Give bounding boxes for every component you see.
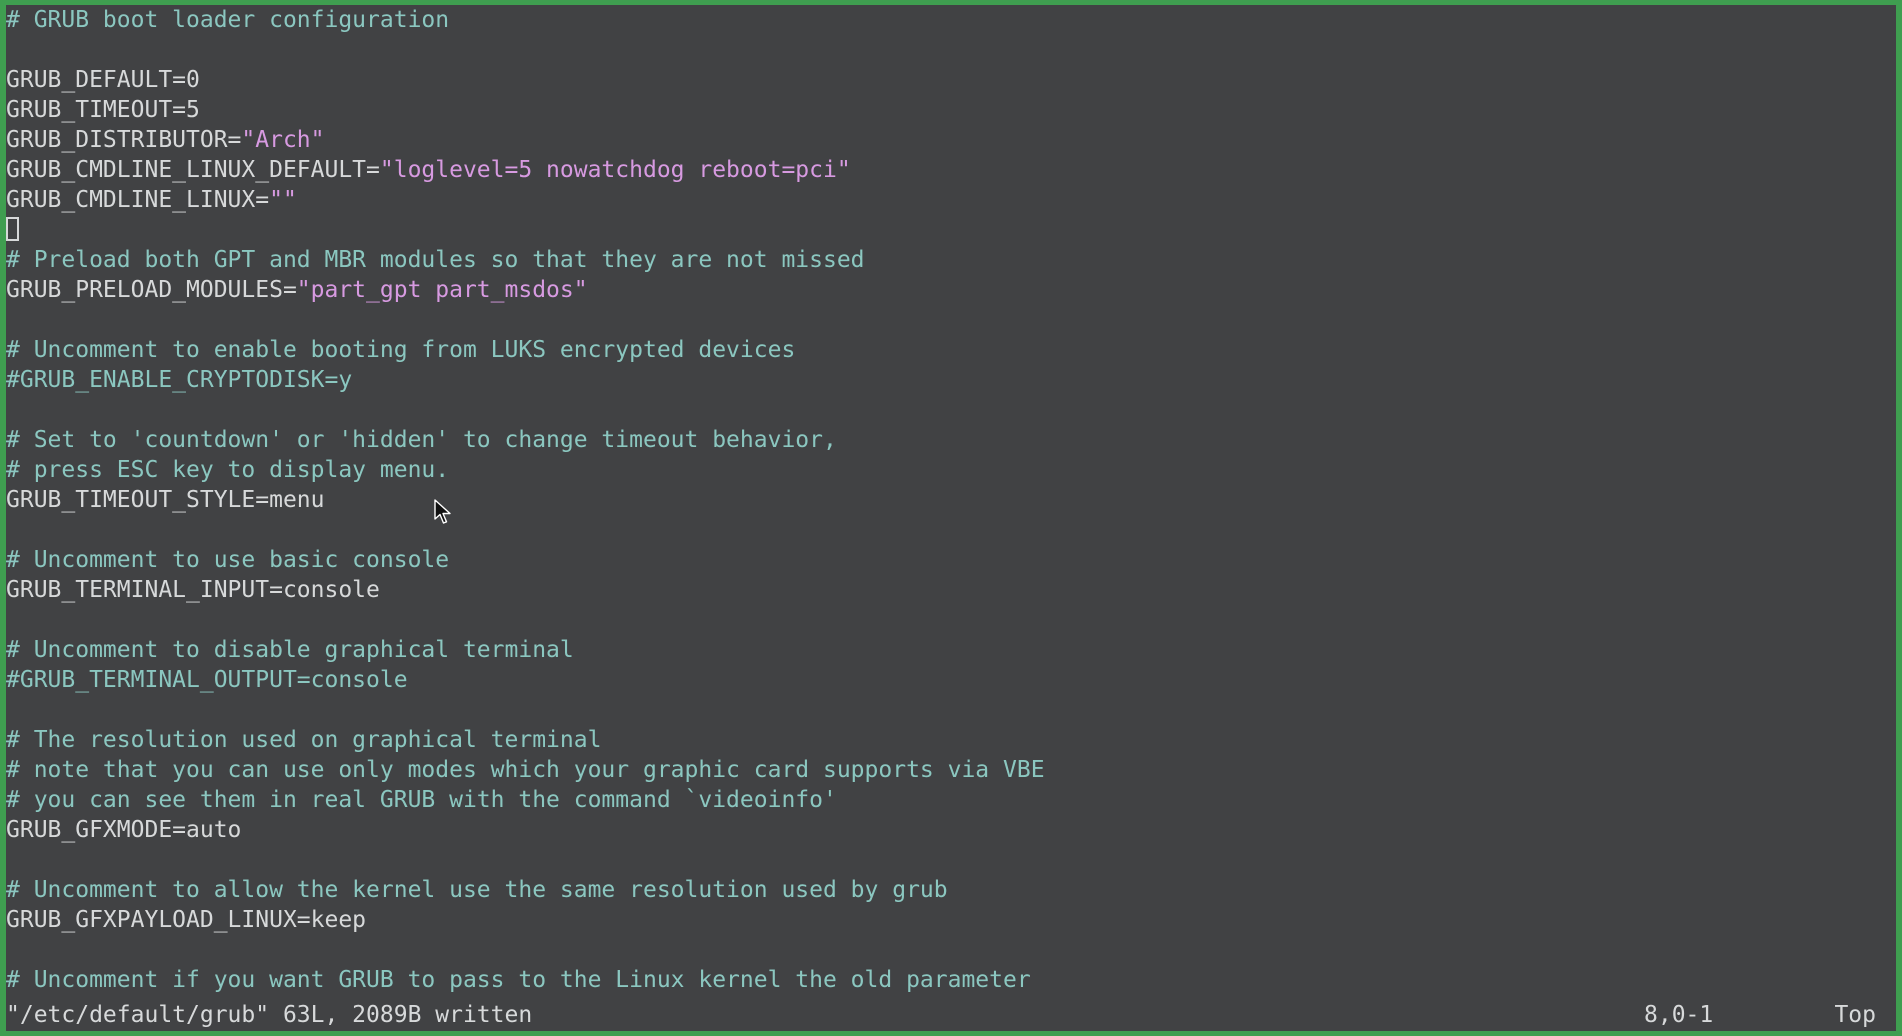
cursor-position: 8,0-1 [1644, 1002, 1714, 1028]
code-token: GRUB_CMDLINE_LINUX= [6, 187, 270, 213]
editor-buffer[interactable]: # GRUB boot loader configuration GRUB_DEF… [6, 5, 1896, 1005]
comment-token: # Uncomment to enable booting from LUKS … [6, 337, 796, 363]
editor-line[interactable]: # Uncomment to allow the kernel use the … [6, 875, 1896, 905]
editor-line[interactable]: GRUB_GFXMODE=auto [6, 815, 1896, 845]
editor-line[interactable] [6, 605, 1896, 635]
string-token: "Arch" [241, 127, 325, 153]
editor-line[interactable] [6, 845, 1896, 875]
editor-line[interactable] [6, 305, 1896, 335]
editor-line[interactable]: #GRUB_ENABLE_CRYPTODISK=y [6, 365, 1896, 395]
code-token: GRUB_CMDLINE_LINUX_DEFAULT= [6, 157, 380, 183]
comment-token: # Uncomment to disable graphical termina… [6, 637, 574, 663]
code-token: GRUB_DISTRIBUTOR= [6, 127, 242, 153]
editor-line[interactable]: GRUB_TERMINAL_INPUT=console [6, 575, 1896, 605]
status-bar: "/etc/default/grub" 63L, 2089B written 8… [6, 1000, 1896, 1030]
editor-line[interactable]: # press ESC key to display menu. [6, 455, 1896, 485]
comment-token: #GRUB_ENABLE_CRYPTODISK=y [6, 367, 353, 393]
editor-line[interactable] [6, 695, 1896, 725]
editor-line[interactable]: # Preload both GPT and MBR modules so th… [6, 245, 1896, 275]
editor-line[interactable] [6, 935, 1896, 965]
comment-token: # The resolution used on graphical termi… [6, 727, 602, 753]
editor-line[interactable]: GRUB_DEFAULT=0 [6, 65, 1896, 95]
mouse-pointer-icon [434, 499, 451, 524]
code-token: GRUB_PRELOAD_MODULES= [6, 277, 297, 303]
editor-line[interactable]: # note that you can use only modes which… [6, 755, 1896, 785]
string-token: "loglevel=5 nowatchdog reboot=pci" [379, 157, 851, 183]
editor-line[interactable]: # Set to 'countdown' or 'hidden' to chan… [6, 425, 1896, 455]
editor-line[interactable]: # Uncomment to use basic console [6, 545, 1896, 575]
comment-token: #GRUB_TERMINAL_OUTPUT=console [6, 667, 408, 693]
comment-token: # Uncomment if you want GRUB to pass to … [6, 967, 1031, 993]
editor-line[interactable]: # GRUB boot loader configuration [6, 5, 1896, 35]
editor-line[interactable]: # you can see them in real GRUB with the… [6, 785, 1896, 815]
string-token: "part_gpt part_msdos" [296, 277, 588, 303]
code-token: GRUB_TIMEOUT_STYLE=menu [6, 487, 325, 513]
editor-line[interactable]: GRUB_GFXPAYLOAD_LINUX=keep [6, 905, 1896, 935]
editor-line[interactable]: # Uncomment if you want GRUB to pass to … [6, 965, 1896, 995]
code-token: GRUB_DEFAULT=0 [6, 67, 200, 93]
string-token: "" [269, 187, 297, 213]
code-token: GRUB_TIMEOUT=5 [6, 97, 200, 123]
terminal-window[interactable]: # GRUB boot loader configuration GRUB_DEF… [6, 5, 1896, 1031]
editor-line[interactable] [6, 395, 1896, 425]
comment-token: # Preload both GPT and MBR modules so th… [6, 247, 865, 273]
editor-line[interactable] [6, 515, 1896, 545]
code-token: GRUB_TERMINAL_INPUT=console [6, 577, 380, 603]
comment-token: # you can see them in real GRUB with the… [6, 787, 837, 813]
editor-line[interactable]: # Uncomment to enable booting from LUKS … [6, 335, 1896, 365]
editor-line[interactable]: # The resolution used on graphical termi… [6, 725, 1896, 755]
editor-line[interactable]: # Uncomment to disable graphical termina… [6, 635, 1896, 665]
editor-line[interactable]: GRUB_TIMEOUT_STYLE=menu [6, 485, 1896, 515]
editor-line[interactable]: GRUB_CMDLINE_LINUX_DEFAULT="loglevel=5 n… [6, 155, 1896, 185]
editor-line[interactable] [6, 215, 1896, 245]
comment-token: # press ESC key to display menu. [6, 457, 450, 483]
editor-line[interactable]: GRUB_CMDLINE_LINUX="" [6, 185, 1896, 215]
editor-line[interactable]: GRUB_DISTRIBUTOR="Arch" [6, 125, 1896, 155]
status-message: "/etc/default/grub" 63L, 2089B written [6, 1002, 533, 1028]
editor-line[interactable]: GRUB_TIMEOUT=5 [6, 95, 1896, 125]
code-token: GRUB_GFXPAYLOAD_LINUX=keep [6, 907, 367, 933]
scroll-position: Top [1834, 1002, 1876, 1028]
comment-token: # Uncomment to use basic console [6, 547, 450, 573]
editor-line[interactable]: #GRUB_TERMINAL_OUTPUT=console [6, 665, 1896, 695]
comment-token: # Uncomment to allow the kernel use the … [6, 877, 948, 903]
editor-line[interactable] [6, 35, 1896, 65]
comment-token: # GRUB boot loader configuration [6, 7, 450, 33]
comment-token: # note that you can use only modes which… [6, 757, 1045, 783]
code-token: GRUB_GFXMODE=auto [6, 817, 242, 843]
text-cursor-icon [6, 217, 19, 241]
comment-token: # Set to 'countdown' or 'hidden' to chan… [6, 427, 837, 453]
editor-line[interactable]: GRUB_PRELOAD_MODULES="part_gpt part_msdo… [6, 275, 1896, 305]
